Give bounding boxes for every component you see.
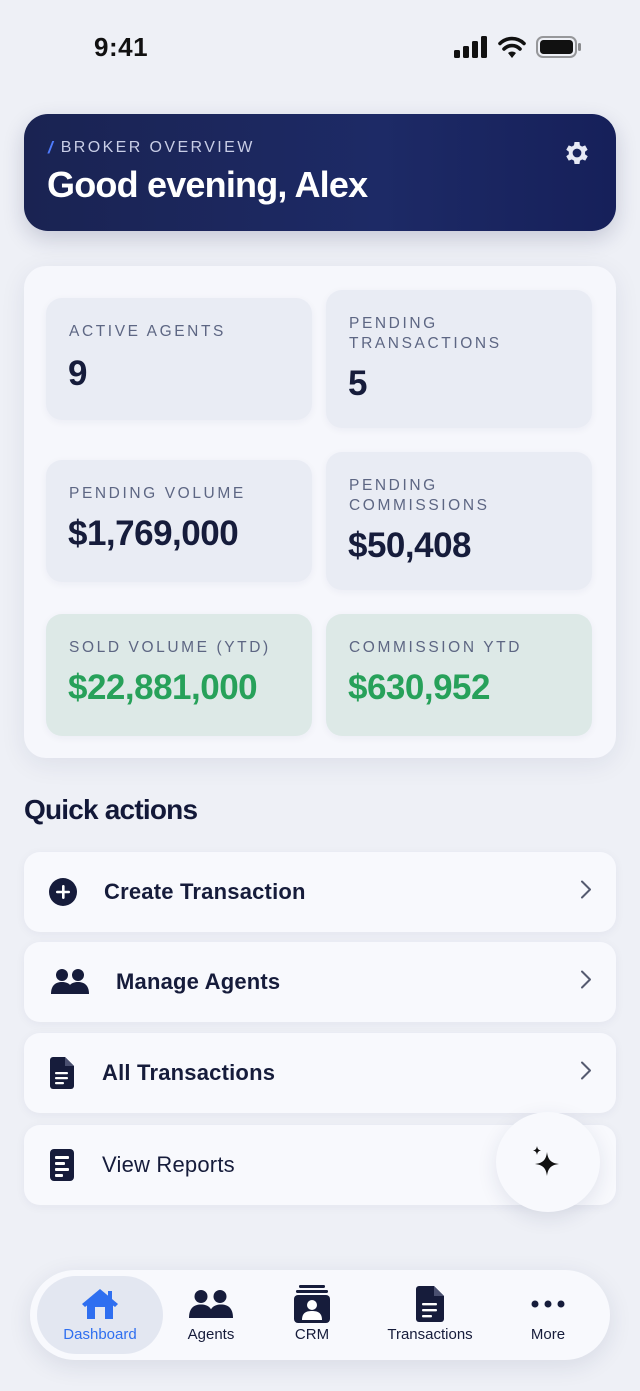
action-label: Manage Agents — [116, 969, 281, 994]
greeting-title: Good evening, Alex — [47, 164, 368, 205]
header-kicker: / BROKER OVERVIEW — [48, 138, 255, 158]
status-bar: 9:41 — [0, 0, 640, 95]
stat-commission-ytd[interactable]: COMMISSION YTD $630,952 — [326, 614, 592, 736]
stat-label: SOLD VOLUME (YTD) — [69, 639, 271, 656]
stat-value: $1,769,000 — [68, 514, 239, 553]
action-label: Create Transaction — [104, 879, 306, 904]
tab-label: Agents — [187, 1326, 235, 1343]
manage-agents-button[interactable]: Manage Agents — [24, 942, 616, 1022]
stat-value: $630,952 — [348, 668, 490, 707]
document-icon — [50, 1057, 74, 1089]
chevron-right-icon — [580, 880, 592, 905]
settings-button[interactable] — [560, 136, 594, 170]
gear-icon — [566, 142, 588, 164]
stat-pending-commissions[interactable]: PENDING COMMISSIONS $50,408 — [326, 452, 592, 590]
tab-label: Transactions — [387, 1326, 473, 1343]
document-icon — [416, 1286, 444, 1322]
sparkles-icon — [533, 1146, 559, 1176]
cellular-signal-icon — [454, 36, 487, 58]
bottom-tab-bar: Dashboard Agents CRM Transactions More — [30, 1270, 610, 1360]
status-icons — [454, 36, 582, 58]
tab-label: More — [530, 1326, 566, 1343]
stat-value: $50,408 — [348, 526, 472, 565]
stats-card: ACTIVE AGENTS 9 PENDING TRANSACTIONS 5 P… — [24, 266, 616, 758]
create-transaction-button[interactable]: Create Transaction — [24, 852, 616, 932]
header-kicker-text: BROKER OVERVIEW — [60, 139, 255, 156]
quick-actions-title: Quick actions — [24, 794, 198, 825]
stat-pending-transactions[interactable]: PENDING TRANSACTIONS 5 — [326, 290, 592, 428]
status-time: 9:41 — [94, 32, 149, 62]
people-icon — [50, 968, 90, 996]
tab-agents[interactable]: Agents — [164, 1270, 258, 1360]
stat-label: PENDING TRANSACTIONS — [349, 315, 502, 352]
broker-overview-header: / BROKER OVERVIEW Good evening, Alex — [24, 114, 616, 231]
stat-value: 9 — [68, 354, 87, 393]
tab-more[interactable]: More — [508, 1270, 588, 1360]
stat-value: 5 — [348, 364, 367, 403]
chevron-right-icon — [580, 970, 592, 995]
stat-label: ACTIVE AGENTS — [69, 323, 226, 340]
all-transactions-button[interactable]: All Transactions — [24, 1033, 616, 1113]
plus-circle-icon — [48, 877, 78, 907]
battery-icon — [536, 36, 581, 58]
report-icon — [50, 1149, 74, 1181]
wifi-icon — [498, 36, 526, 58]
stat-value: $22,881,000 — [68, 668, 258, 707]
stat-label: PENDING VOLUME — [69, 485, 246, 502]
stat-label: COMMISSION YTD — [349, 639, 523, 656]
more-icon — [531, 1286, 565, 1322]
stat-pending-volume[interactable]: PENDING VOLUME $1,769,000 — [46, 460, 312, 582]
stat-sold-volume-ytd[interactable]: SOLD VOLUME (YTD) $22,881,000 — [46, 614, 312, 736]
action-label: View Reports — [102, 1152, 235, 1177]
stat-active-agents[interactable]: ACTIVE AGENTS 9 — [46, 298, 312, 420]
contacts-icon — [294, 1285, 330, 1323]
action-label: All Transactions — [102, 1060, 276, 1085]
slash-accent-icon: / — [48, 138, 53, 157]
stat-label: PENDING COMMISSIONS — [349, 477, 490, 514]
tab-crm[interactable]: CRM — [270, 1270, 354, 1360]
tab-transactions[interactable]: Transactions — [372, 1270, 488, 1360]
home-icon — [80, 1286, 120, 1322]
chevron-right-icon — [580, 1061, 592, 1086]
tab-dashboard[interactable]: Dashboard — [37, 1276, 163, 1354]
tab-label: Dashboard — [63, 1326, 137, 1343]
tab-label: CRM — [294, 1326, 330, 1343]
ai-assistant-button[interactable] — [496, 1112, 600, 1212]
people-icon — [188, 1286, 234, 1322]
